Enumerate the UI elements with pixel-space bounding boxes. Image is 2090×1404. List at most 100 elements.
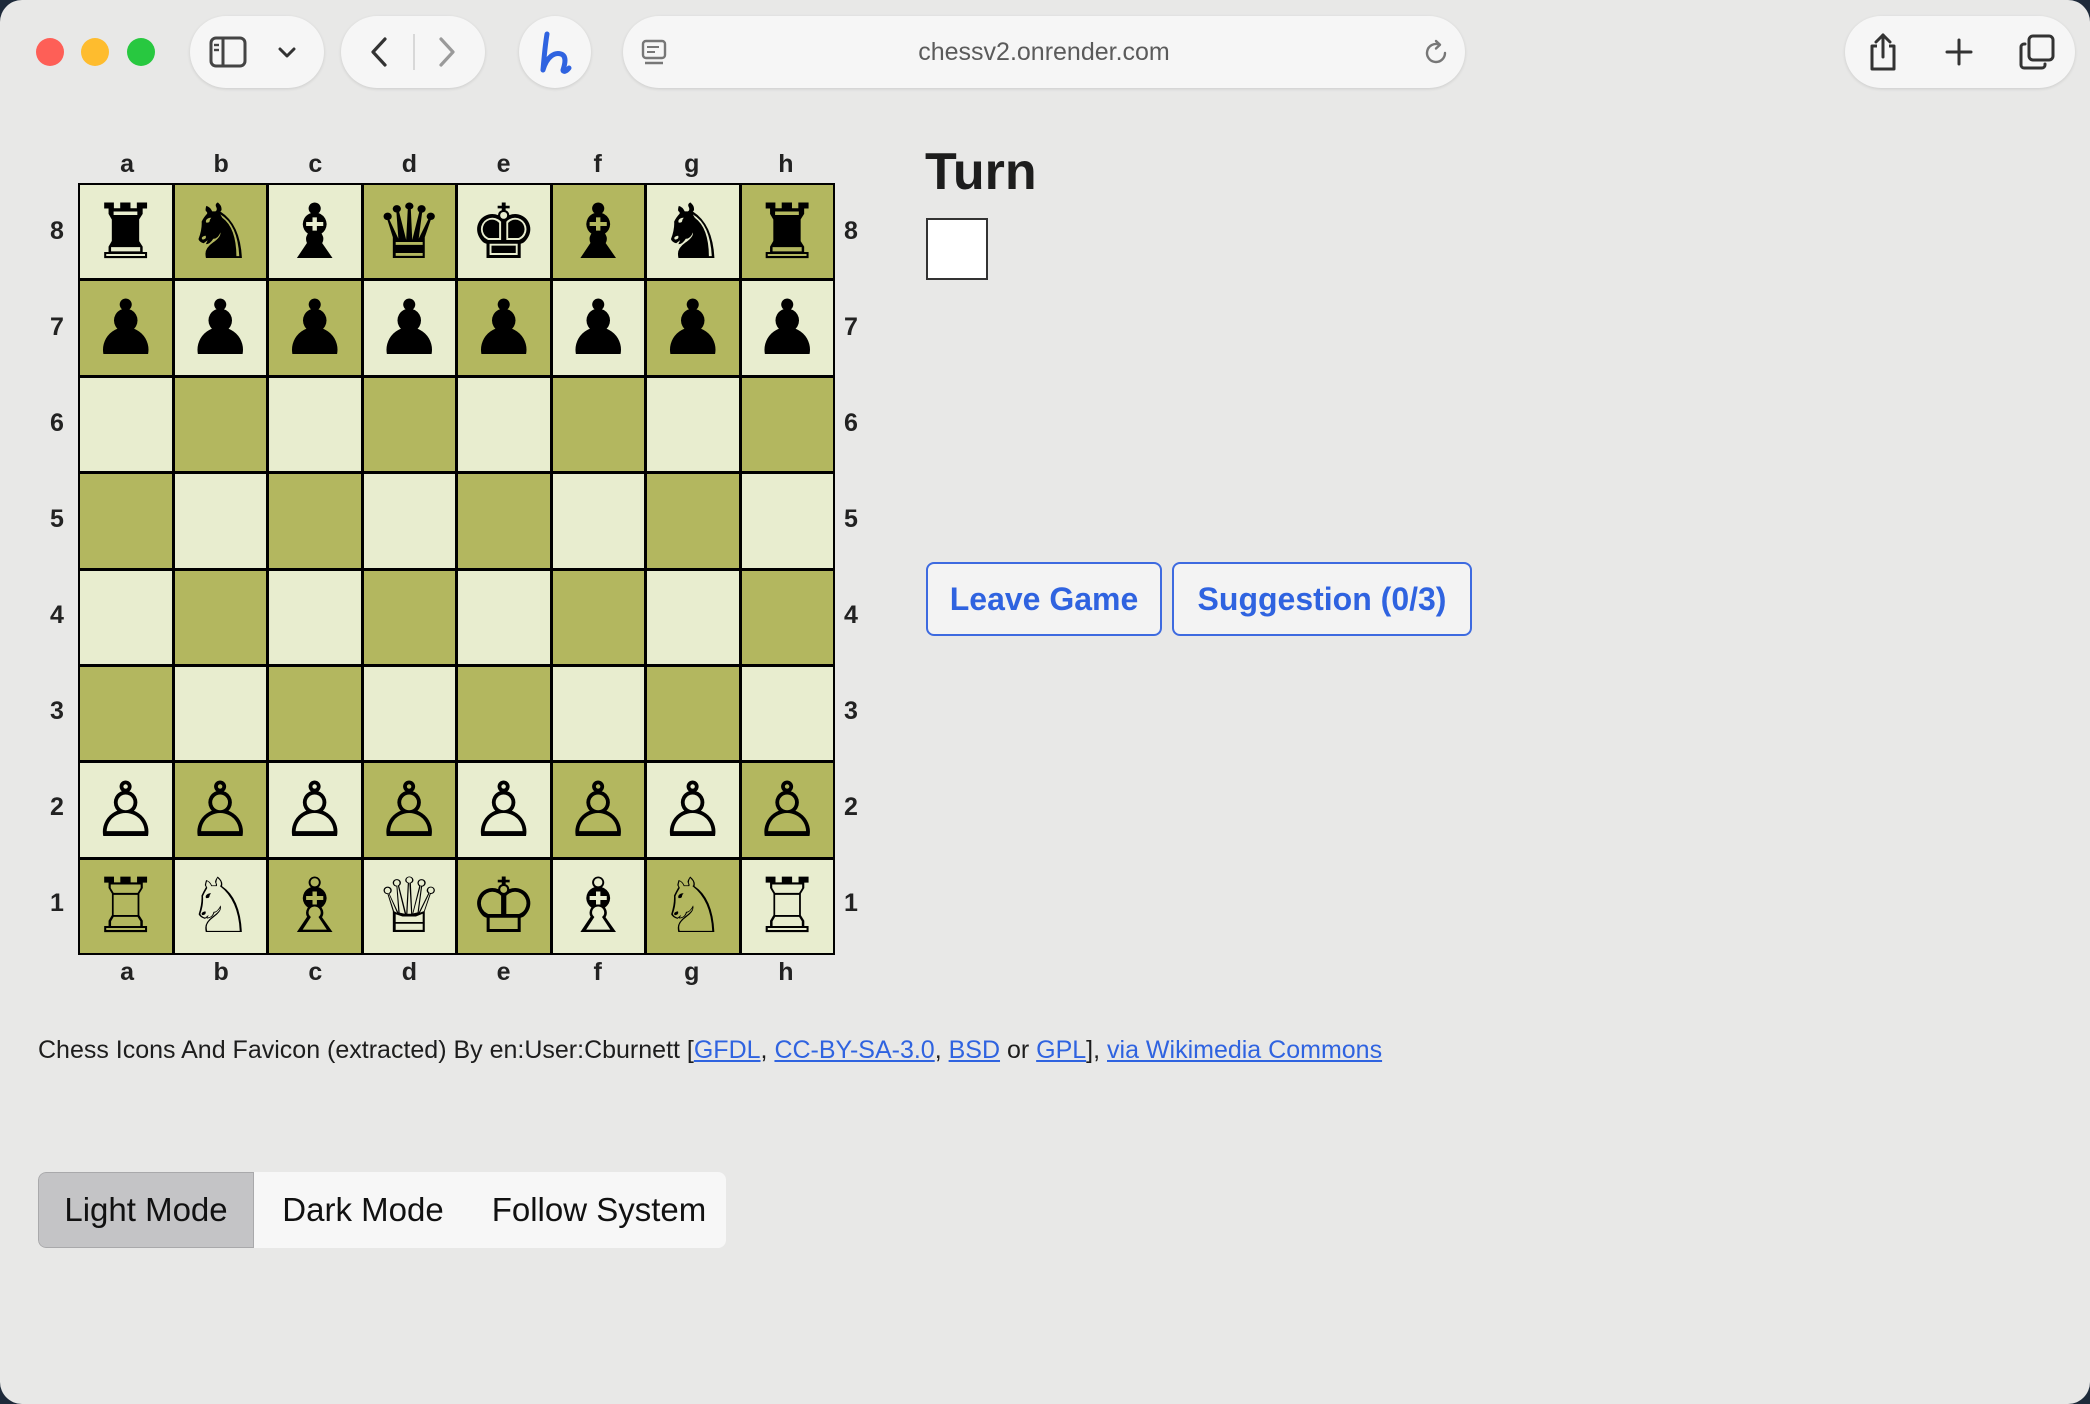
- chess-piece[interactable]: ♟: [375, 290, 443, 366]
- chess-piece[interactable]: ♙: [281, 771, 349, 848]
- square-a8[interactable]: ♜: [80, 185, 172, 279]
- square-g4[interactable]: [647, 570, 739, 664]
- chess-piece[interactable]: ♘: [186, 868, 254, 944]
- square-h4[interactable]: [741, 570, 833, 664]
- square-d7[interactable]: ♟: [363, 281, 455, 375]
- sidebar-icon[interactable]: [208, 34, 248, 70]
- chess-board[interactable]: ♜ ♞ ♝ ♛ ♚ ♝ ♞ ♜ ♟ ♟ ♟ ♟ ♟ ♟ ♟ ♟ ♙ ♙ ♙ ♙ ♙ ♙ ♙ ♙ ♖ ♘ ♗ ♕ ♔ ♗ ♘ ♖: [78, 183, 835, 955]
- cc-by-sa-link[interactable]: CC-BY-SA-3.0: [774, 1036, 934, 1064]
- chess-piece[interactable]: ♟: [564, 290, 632, 366]
- new-tab-icon[interactable]: [1937, 30, 1981, 74]
- reload-icon[interactable]: [1421, 38, 1451, 68]
- square-e6[interactable]: [458, 377, 550, 472]
- square-f2[interactable]: ♙: [552, 763, 644, 857]
- chess-piece[interactable]: ♖: [753, 868, 821, 944]
- leave-game-button[interactable]: Leave Game: [926, 562, 1162, 636]
- square-a5[interactable]: [80, 474, 172, 568]
- square-a3[interactable]: [80, 666, 172, 761]
- square-f8[interactable]: ♝: [552, 185, 644, 279]
- square-e4[interactable]: [458, 570, 550, 664]
- square-h3[interactable]: [741, 666, 833, 761]
- square-f5[interactable]: [552, 474, 644, 568]
- zoom-window-button[interactable]: [127, 38, 155, 66]
- square-g5[interactable]: [647, 474, 739, 568]
- light-mode-button[interactable]: Light Mode: [38, 1172, 254, 1248]
- chess-piece[interactable]: ♟: [186, 290, 254, 366]
- square-c7[interactable]: ♟: [269, 281, 361, 375]
- square-e1[interactable]: ♔: [458, 859, 550, 953]
- square-f4[interactable]: [552, 570, 644, 664]
- chess-piece[interactable]: ♔: [470, 868, 538, 944]
- dark-mode-button[interactable]: Dark Mode: [254, 1172, 472, 1248]
- square-f1[interactable]: ♗: [552, 859, 644, 953]
- honey-extension-button[interactable]: [519, 16, 591, 88]
- square-d8[interactable]: ♛: [363, 185, 455, 279]
- forward-arrow-icon[interactable]: [429, 34, 465, 70]
- chess-piece[interactable]: ♝: [564, 193, 632, 270]
- square-d6[interactable]: [363, 377, 455, 472]
- chess-piece[interactable]: ♟: [281, 290, 349, 366]
- square-g8[interactable]: ♞: [647, 185, 739, 279]
- url-text[interactable]: chessv2.onrender.com: [623, 16, 1465, 88]
- square-c5[interactable]: [269, 474, 361, 568]
- square-f3[interactable]: [552, 666, 644, 761]
- chess-piece[interactable]: ♙: [753, 771, 821, 848]
- square-e7[interactable]: ♟: [458, 281, 550, 375]
- square-d3[interactable]: [363, 666, 455, 761]
- square-c4[interactable]: [269, 570, 361, 664]
- chess-piece[interactable]: ♗: [564, 868, 632, 944]
- square-b6[interactable]: [174, 377, 266, 472]
- square-h8[interactable]: ♜: [741, 185, 833, 279]
- chess-piece[interactable]: ♚: [470, 193, 538, 270]
- chess-piece[interactable]: ♛: [375, 193, 443, 270]
- back-arrow-icon[interactable]: [361, 34, 397, 70]
- square-b5[interactable]: [174, 474, 266, 568]
- square-c3[interactable]: [269, 666, 361, 761]
- chess-piece[interactable]: ♙: [92, 771, 160, 848]
- square-d5[interactable]: [363, 474, 455, 568]
- chess-piece[interactable]: ♙: [564, 771, 632, 848]
- square-b1[interactable]: ♘: [174, 859, 266, 953]
- gpl-link[interactable]: GPL: [1036, 1036, 1086, 1064]
- square-b4[interactable]: [174, 570, 266, 664]
- square-c8[interactable]: ♝: [269, 185, 361, 279]
- square-g7[interactable]: ♟: [647, 281, 739, 375]
- square-b2[interactable]: ♙: [174, 763, 266, 857]
- square-c6[interactable]: [269, 377, 361, 472]
- square-g3[interactable]: [647, 666, 739, 761]
- chess-piece[interactable]: ♜: [92, 193, 160, 270]
- square-g6[interactable]: [647, 377, 739, 472]
- address-bar[interactable]: chessv2.onrender.com: [623, 16, 1465, 88]
- square-f6[interactable]: [552, 377, 644, 472]
- chess-piece[interactable]: ♖: [92, 868, 160, 944]
- square-a2[interactable]: ♙: [80, 763, 172, 857]
- square-h5[interactable]: [741, 474, 833, 568]
- square-d2[interactable]: ♙: [363, 763, 455, 857]
- follow-system-button[interactable]: Follow System: [472, 1172, 726, 1248]
- wikimedia-commons-link[interactable]: via Wikimedia Commons: [1107, 1036, 1382, 1064]
- square-f7[interactable]: ♟: [552, 281, 644, 375]
- square-d1[interactable]: ♕: [363, 859, 455, 953]
- tab-overview-icon[interactable]: [2015, 30, 2059, 74]
- minimize-window-button[interactable]: [81, 38, 109, 66]
- gfdl-link[interactable]: GFDL: [694, 1036, 761, 1064]
- chess-piece[interactable]: ♜: [753, 193, 821, 270]
- suggestion-button[interactable]: Suggestion (0/3): [1172, 562, 1472, 636]
- square-d4[interactable]: [363, 570, 455, 664]
- chess-piece[interactable]: ♟: [470, 290, 538, 366]
- share-icon[interactable]: [1861, 30, 1905, 74]
- square-a4[interactable]: [80, 570, 172, 664]
- square-e8[interactable]: ♚: [458, 185, 550, 279]
- chevron-down-icon[interactable]: [272, 40, 302, 64]
- square-b7[interactable]: ♟: [174, 281, 266, 375]
- chess-piece[interactable]: ♞: [186, 193, 254, 270]
- chess-piece[interactable]: ♞: [659, 193, 727, 270]
- chess-piece[interactable]: ♙: [375, 771, 443, 848]
- square-c1[interactable]: ♗: [269, 859, 361, 953]
- chess-piece[interactable]: ♟: [92, 290, 160, 366]
- square-e2[interactable]: ♙: [458, 763, 550, 857]
- bsd-link[interactable]: BSD: [949, 1036, 1000, 1064]
- close-window-button[interactable]: [36, 38, 64, 66]
- square-a1[interactable]: ♖: [80, 859, 172, 953]
- square-h2[interactable]: ♙: [741, 763, 833, 857]
